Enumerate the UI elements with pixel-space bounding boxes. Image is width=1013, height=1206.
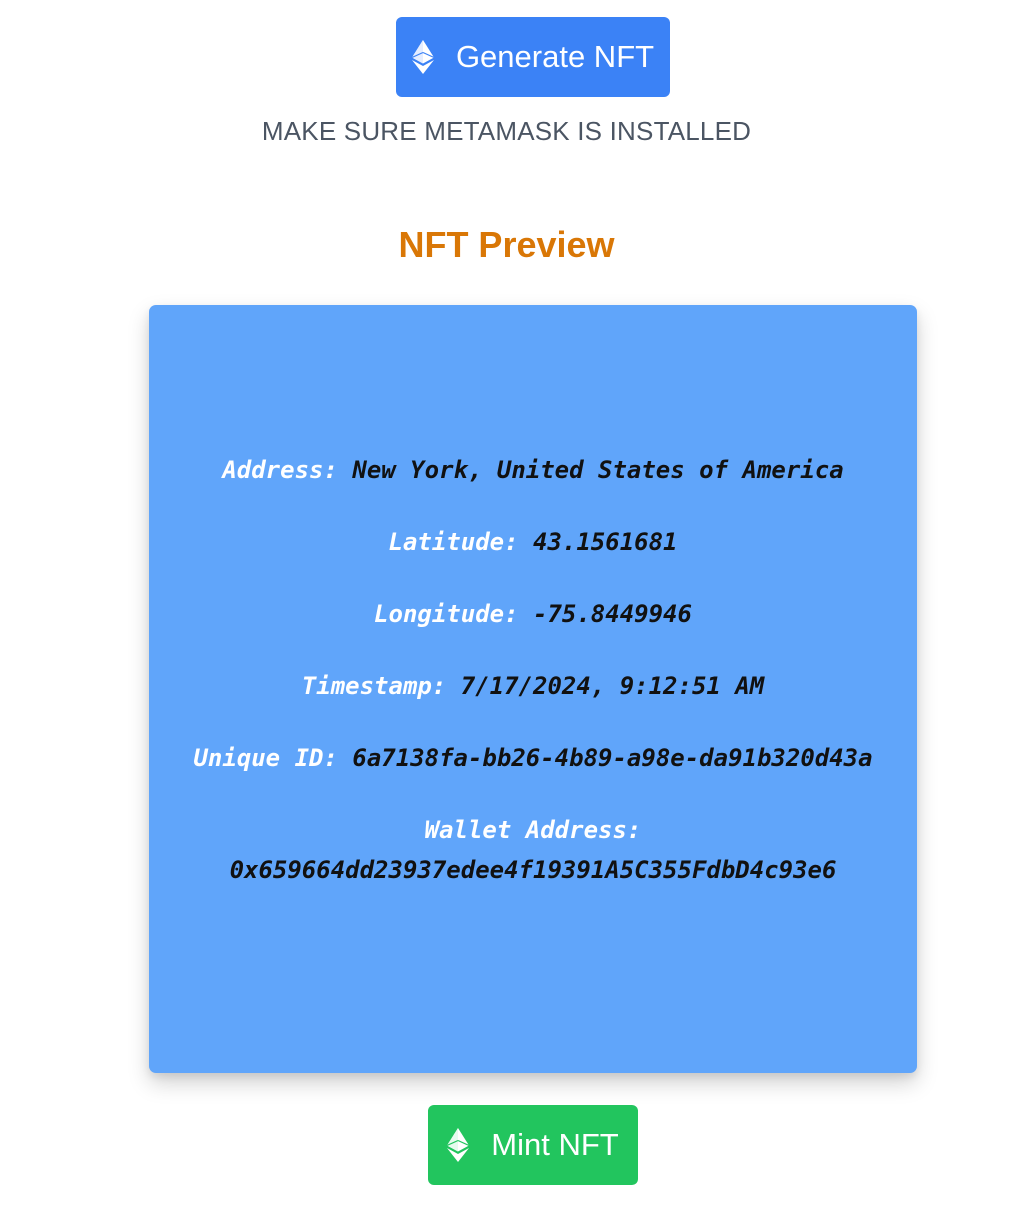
- nft-metadata: Address: New York, United States of Amer…: [189, 450, 877, 922]
- timestamp-value: 7/17/2024, 9:12:51 AM: [460, 672, 765, 700]
- longitude-field: Longitude: -75.8449946: [189, 594, 877, 634]
- latitude-field: Latitude: 43.1561681: [189, 522, 877, 562]
- longitude-label: Longitude:: [374, 600, 519, 628]
- mint-nft-label: Mint NFT: [491, 1127, 619, 1162]
- wallet-address-field: Wallet Address: 0x659664dd23937edee4f193…: [189, 810, 877, 890]
- nft-preview-card: Address: New York, United States of Amer…: [149, 305, 917, 1073]
- ethereum-icon: [447, 1128, 470, 1162]
- wallet-address-label: Wallet Address:: [424, 816, 642, 844]
- address-field: Address: New York, United States of Amer…: [189, 450, 877, 490]
- timestamp-label: Timestamp:: [301, 672, 447, 700]
- generate-nft-button[interactable]: Generate NFT: [396, 17, 670, 97]
- unique-id-field: Unique ID: 6a7138fa-bb26-4b89-a98e-da91b…: [189, 738, 877, 778]
- timestamp-field: Timestamp: 7/17/2024, 9:12:51 AM: [189, 666, 877, 706]
- preview-title: NFT Preview: [398, 224, 615, 265]
- unique-id-label: Unique ID:: [193, 744, 338, 772]
- generate-nft-label: Generate NFT: [455, 39, 655, 74]
- address-label: Address:: [222, 456, 338, 484]
- address-value: New York, United States of America: [352, 456, 844, 484]
- wallet-address-value: 0x659664dd23937edee4f19391A5C355FdbD4c93…: [229, 856, 837, 884]
- latitude-label: Latitude:: [388, 528, 519, 556]
- metamask-notice: MAKE SURE METAMASK IS INSTALLED: [261, 116, 752, 146]
- unique-id-value: 6a7138fa-bb26-4b89-a98e-da91b320d43a: [352, 744, 873, 772]
- longitude-value: -75.8449946: [533, 600, 692, 628]
- latitude-value: 43.1561681: [533, 528, 678, 556]
- page: Generate NFT MAKE SURE METAMASK IS INSTA…: [0, 0, 1013, 1206]
- mint-nft-button[interactable]: Mint NFT: [428, 1105, 638, 1185]
- ethereum-icon: [411, 40, 434, 74]
